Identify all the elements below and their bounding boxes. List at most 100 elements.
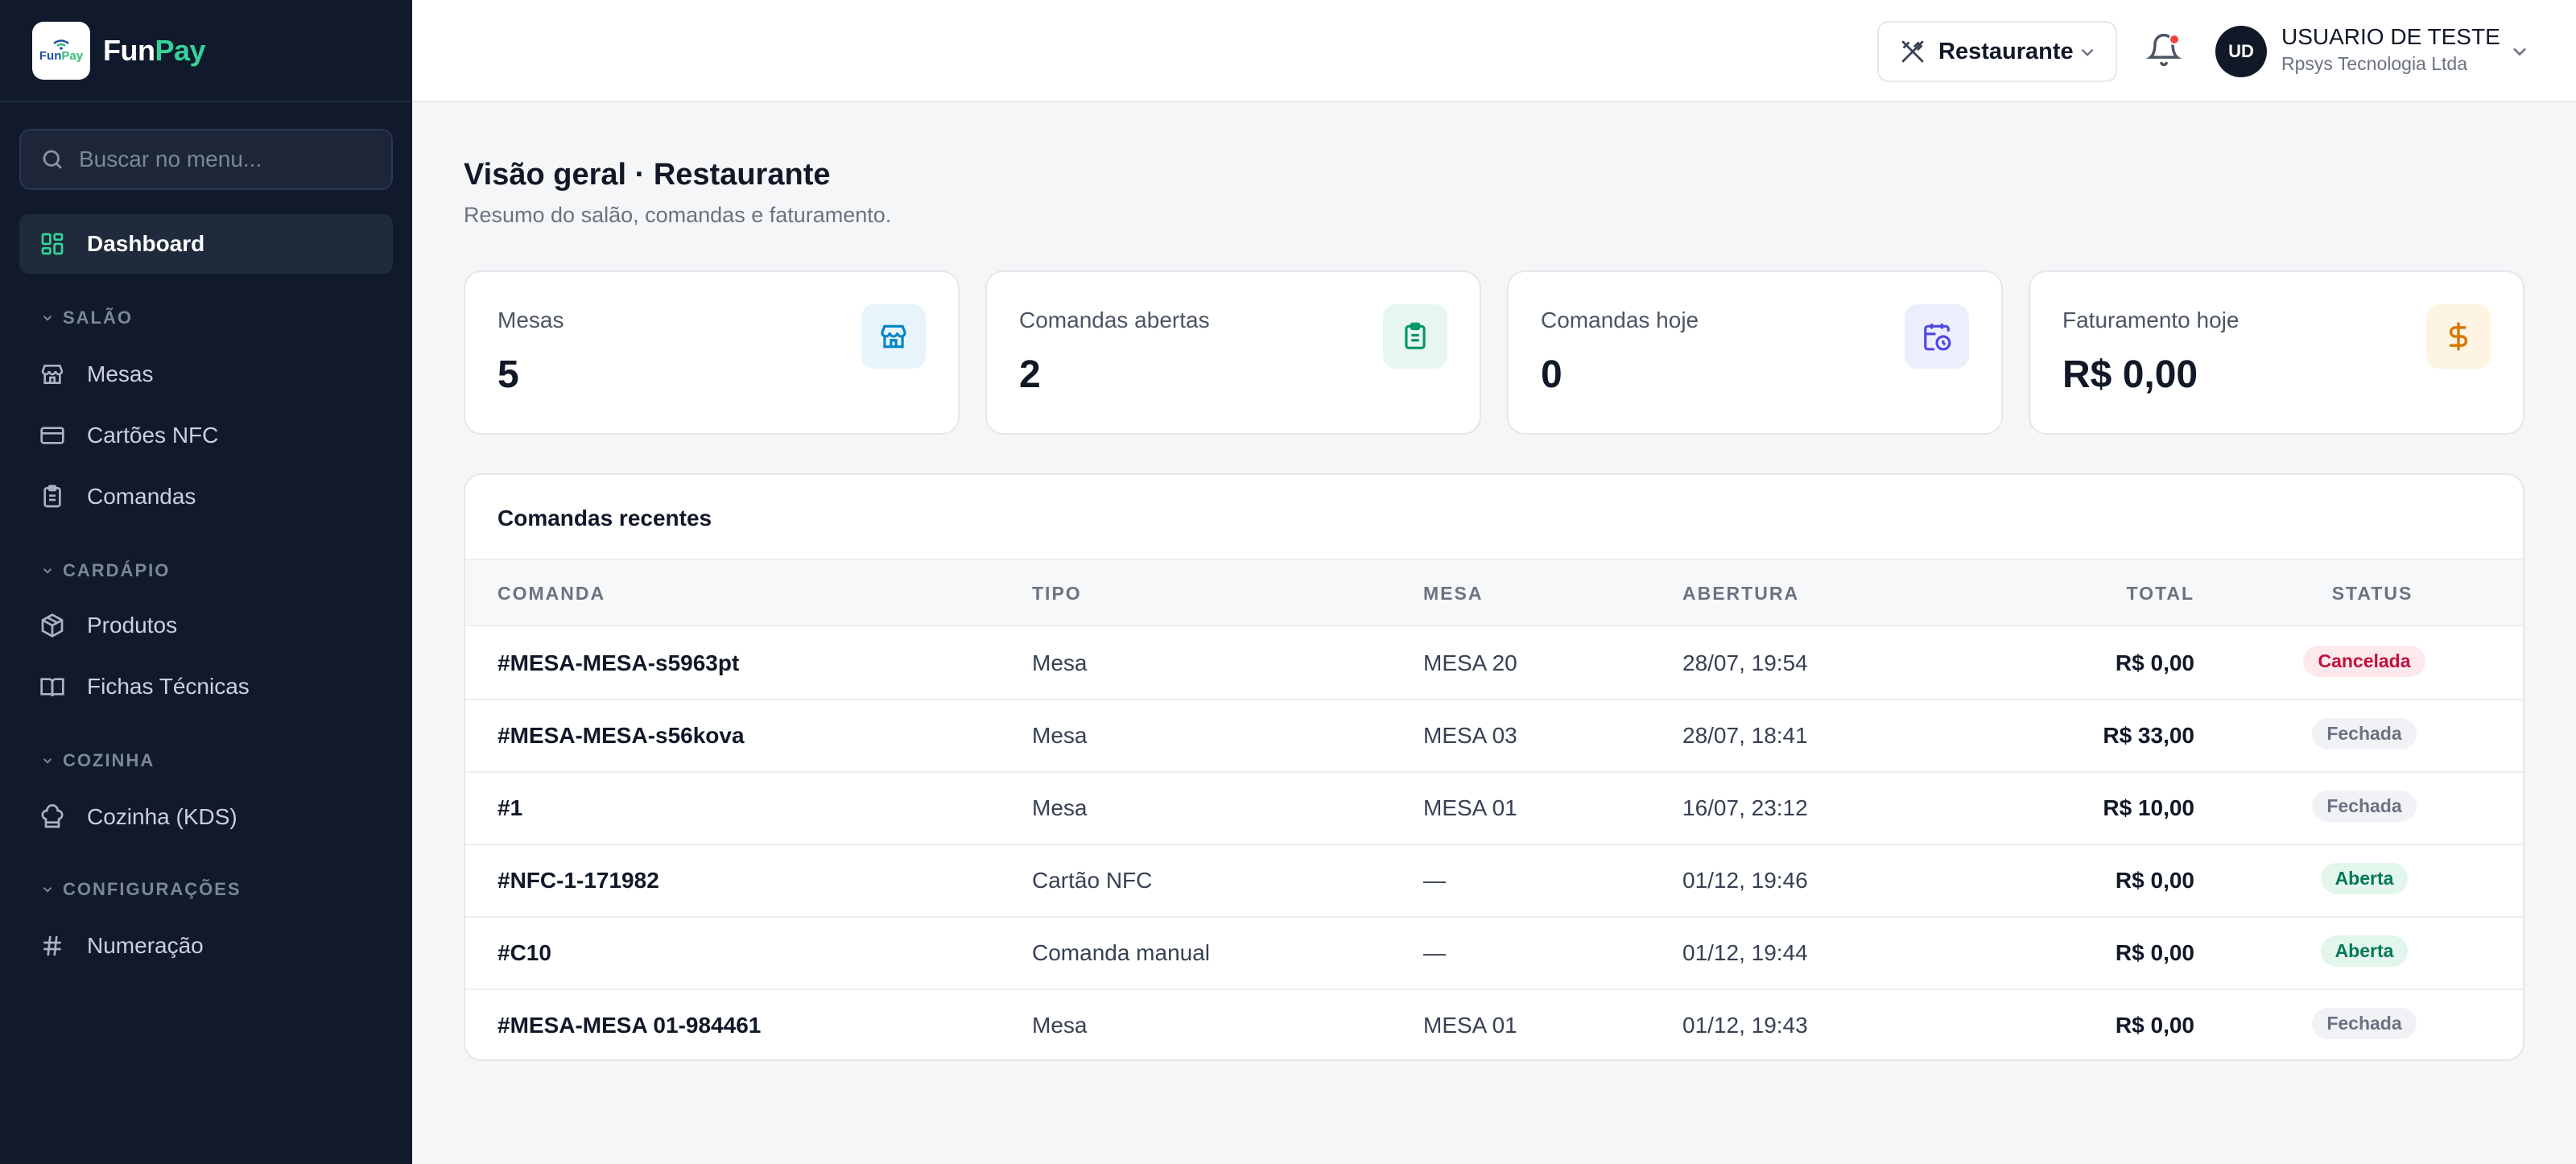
stat-card-comandas-hoje: Comandas hoje 0 [1507, 270, 2003, 435]
cell-total: R$ 0,00 [2115, 650, 2194, 675]
search-input[interactable] [79, 147, 385, 172]
section-salao[interactable]: SALÃO [40, 308, 133, 328]
section-cozinha[interactable]: COZINHA [40, 750, 155, 771]
sidebar-item-label: Cozinha (KDS) [87, 804, 237, 829]
sidebar-item-comandas[interactable]: Comandas [19, 467, 393, 526]
cell-tipo: Mesa [1032, 650, 1088, 675]
column-header-total[interactable]: TOTAL [2126, 583, 2194, 605]
sidebar-item-numeracao[interactable]: Numeração [19, 916, 393, 976]
chevron-down-icon [2081, 48, 2094, 56]
avatar[interactable]: UD [2215, 26, 2267, 77]
status-badge: Fechada [2312, 790, 2417, 822]
cell-mesa: MESA 03 [1423, 723, 1517, 748]
dollar-icon [2426, 304, 2491, 369]
sidebar-item-mesas[interactable]: Mesas [19, 345, 393, 404]
cell-total: R$ 0,00 [2115, 868, 2194, 893]
search-icon [43, 150, 62, 169]
chevron-down-icon [43, 758, 52, 764]
cell-mesa: — [1423, 868, 1446, 893]
status-badge: Aberta [2320, 863, 2409, 894]
cell-status: Fechada [2268, 1008, 2460, 1039]
sidebar-item-cartoes-nfc[interactable]: Cartões NFC [19, 406, 393, 465]
brand[interactable]: FunPay FunPay [0, 0, 412, 102]
sidebar-item-fichas-tecnicas[interactable]: Fichas Técnicas [19, 657, 393, 716]
cell-status: Cancelada [2268, 646, 2460, 677]
page-subtitle: Resumo do salão, comandas e faturamento. [464, 203, 892, 227]
column-header-status[interactable]: STATUS [2285, 583, 2460, 605]
stat-value: 5 [497, 353, 519, 396]
brand-logo: FunPay [32, 21, 90, 80]
cell-total: R$ 0,00 [2115, 1013, 2194, 1038]
stat-label: Mesas [497, 308, 564, 332]
column-header-abertura[interactable]: ABERTURA [1682, 583, 1799, 605]
section-cardapio[interactable]: CARDÁPIO [40, 560, 170, 581]
table-title: Comandas recentes [497, 506, 712, 530]
cell-comanda: #MESA-MESA-s5963pt [497, 650, 740, 675]
stat-label: Comandas hoje [1541, 308, 1699, 332]
status-badge: Fechada [2312, 718, 2417, 749]
chevron-down-icon[interactable] [2508, 40, 2531, 63]
column-header-tipo[interactable]: TIPO [1032, 583, 1082, 605]
cell-mesa: MESA 01 [1423, 795, 1517, 820]
cell-abertura: 01/12, 19:44 [1682, 940, 1808, 965]
stat-card-mesas: Mesas 5 [464, 270, 960, 435]
book-open-icon [39, 673, 66, 700]
stat-label: Comandas abertas [1019, 308, 1210, 332]
sidebar-item-produtos[interactable]: Produtos [19, 596, 393, 655]
cell-comanda: #MESA-MESA-s56kova [497, 723, 745, 748]
sidebar-item-label: Fichas Técnicas [87, 674, 250, 699]
cell-abertura: 28/07, 18:41 [1682, 723, 1808, 748]
cell-comanda: #NFC-1-171982 [497, 868, 659, 893]
unit-select[interactable]: Restaurante [1877, 21, 2117, 82]
cell-tipo: Mesa [1032, 1013, 1088, 1038]
status-badge: Aberta [2320, 935, 2409, 967]
topbar: Restaurante UD USUARIO DE TESTE Rpsys Te… [412, 0, 2576, 102]
cell-status: Aberta [2268, 863, 2460, 894]
package-icon [39, 612, 66, 639]
table-row[interactable]: #1 Mesa MESA 01 16/07, 23:12 R$ 10,00 Fe… [465, 773, 2523, 845]
clipboard-icon [1383, 304, 1447, 369]
cell-status: Aberta [2268, 935, 2460, 967]
logo-text: FunPay [39, 48, 84, 63]
cell-mesa: MESA 01 [1423, 1013, 1517, 1038]
sidebar-item-cozinha-kds[interactable]: Cozinha (KDS) [19, 787, 393, 847]
store-icon [861, 304, 926, 369]
table-row[interactable]: #C10 Comanda manual — 01/12, 19:44 R$ 0,… [465, 918, 2523, 990]
cell-abertura: 28/07, 19:54 [1682, 650, 1808, 675]
notifications-button[interactable] [2145, 32, 2182, 68]
sidebar-item-label: Produtos [87, 613, 178, 638]
section-configuracoes[interactable]: CONFIGURAÇÕES [40, 879, 242, 900]
table-row[interactable]: #MESA-MESA 01-984461 Mesa MESA 01 01/12,… [465, 990, 2523, 1059]
cell-comanda: #C10 [497, 940, 551, 965]
chevron-down-icon [43, 568, 52, 574]
unit-select-value: Restaurante [1938, 38, 2074, 64]
sidebar-item-dashboard[interactable]: Dashboard [19, 214, 393, 274]
cell-total: R$ 10,00 [2103, 795, 2194, 820]
cell-total: R$ 33,00 [2103, 723, 2194, 748]
chevron-down-icon [43, 887, 52, 893]
cell-abertura: 16/07, 23:12 [1682, 795, 1808, 820]
credit-card-icon [39, 422, 66, 449]
sidebar-item-label: Dashboard [87, 231, 205, 256]
stat-value: R$ 0,00 [2062, 353, 2198, 396]
stat-label: Faturamento hoje [2062, 308, 2240, 332]
recent-orders-table: Comandas recentes COMANDA TIPO MESA ABER… [464, 473, 2524, 1061]
cell-tipo: Mesa [1032, 795, 1088, 820]
sidebar: FunPay FunPay Dashboard SALÃO Mesas Cart… [0, 0, 412, 1164]
stat-value: 0 [1541, 353, 1563, 396]
menu-search[interactable] [19, 129, 393, 190]
cell-total: R$ 0,00 [2115, 940, 2194, 965]
sidebar-item-label: Mesas [87, 361, 154, 386]
calendar-clock-icon [1905, 304, 1969, 369]
status-badge: Fechada [2312, 1008, 2417, 1039]
hash-icon [39, 932, 66, 960]
table-row[interactable]: #MESA-MESA-s56kova Mesa MESA 03 28/07, 1… [465, 700, 2523, 773]
table-row[interactable]: #NFC-1-171982 Cartão NFC — 01/12, 19:46 … [465, 845, 2523, 918]
sidebar-item-label: Comandas [87, 484, 196, 509]
table-row[interactable]: #MESA-MESA-s5963pt Mesa MESA 20 28/07, 1… [465, 628, 2523, 700]
column-header-comanda[interactable]: COMANDA [497, 583, 605, 605]
column-header-mesa[interactable]: MESA [1423, 583, 1483, 605]
notification-dot [2169, 34, 2180, 45]
cell-mesa: — [1423, 940, 1446, 965]
user-name[interactable]: USUARIO DE TESTE [2281, 24, 2500, 50]
